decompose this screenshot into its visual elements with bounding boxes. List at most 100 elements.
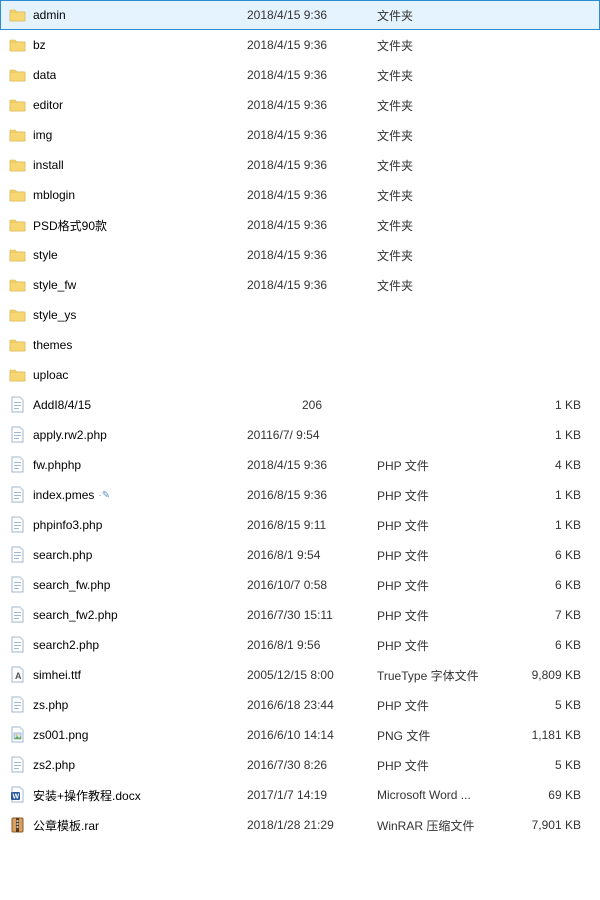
file-row[interactable]: mblogin 2018/4/15 9:36文件夹 <box>0 180 600 210</box>
file-name-label: apply.rw2.php <box>33 428 107 442</box>
file-row[interactable]: zs2.php2016/7/30 8:26PHP 文件5 KB <box>0 750 600 780</box>
file-row[interactable]: search_fw2.php2016/7/30 15:11PHP 文件7 KB <box>0 600 600 630</box>
file-icon <box>9 426 27 444</box>
file-type-cell: PHP 文件 <box>377 607 507 624</box>
file-row[interactable]: search.php2016/8/1 9:54PHP 文件6 KB <box>0 540 600 570</box>
file-size-cell: 5 KB <box>507 698 591 712</box>
file-row[interactable]: 公章模板.rar2018/1/28 21:29WinRAR 压缩文件7,901 … <box>0 810 600 840</box>
file-name-label: themes <box>33 338 72 352</box>
file-row[interactable]: search2.php2016/8/1 9:56PHP 文件6 KB <box>0 630 600 660</box>
file-date-cell: 2016/8/1 9:56 <box>247 638 377 652</box>
file-name-label: phpinfo3.php <box>33 518 102 532</box>
file-name-label: zs2.php <box>33 758 75 772</box>
file-name-label: install <box>33 158 64 172</box>
file-icon <box>9 486 27 504</box>
file-name-cell: search_fw2.php <box>9 606 247 624</box>
file-date-cell: 2016/7/30 15:11 <box>247 608 377 622</box>
folder-icon <box>9 276 27 294</box>
file-size-cell: 1 KB <box>507 428 591 442</box>
file-name-cell: PSD格式90款 <box>9 216 247 234</box>
file-date-cell: 2016/8/15 9:36 <box>247 488 377 502</box>
file-name-label: index.pmes <box>33 488 94 502</box>
file-name-cell: zs.php <box>9 696 247 714</box>
file-name-cell: search_fw.php <box>9 576 247 594</box>
file-icon <box>9 516 27 534</box>
file-icon <box>9 456 27 474</box>
file-row[interactable]: img 2018/4/15 9:36文件夹 <box>0 120 600 150</box>
file-row[interactable]: style_fw2018/4/15 9:36文件夹 <box>0 270 600 300</box>
file-type-cell: 文件夹 <box>377 277 507 294</box>
file-name-cell: fw.phphp <box>9 456 247 474</box>
file-name-cell: admin <box>9 6 247 24</box>
file-row[interactable]: install2018/4/15 9:36文件夹 <box>0 150 600 180</box>
file-row[interactable]: bz2018/4/15 9:36文件夹 <box>0 30 600 60</box>
file-row[interactable]: search_fw.php2016/10/7 0:58PHP 文件6 KB <box>0 570 600 600</box>
file-row[interactable]: data2018/4/15 9:36文件夹 <box>0 60 600 90</box>
file-date-cell: 2016/8/15 9:11 <box>247 518 377 532</box>
file-name-label: AddI8/4/15 <box>33 398 91 412</box>
file-type-cell: PHP 文件 <box>377 457 507 474</box>
file-row[interactable]: phpinfo3.php2016/8/15 9:11PHP 文件1 KB <box>0 510 600 540</box>
file-date-cell: 2018/4/15 9:36 <box>247 278 377 292</box>
file-row[interactable]: 安装+操作教程.docx2017/1/7 14:19Microsoft Word… <box>0 780 600 810</box>
file-name-cell: bz <box>9 36 247 54</box>
file-type-cell: PNG 文件 <box>377 727 507 744</box>
file-name-label: mblogin <box>33 188 75 202</box>
file-row[interactable]: PSD格式90款2018/4/15 9:36文件夹 <box>0 210 600 240</box>
file-type-cell: 文件夹 <box>377 127 507 144</box>
file-date-cell: 206 <box>247 398 377 412</box>
file-size-cell: 1 KB <box>507 488 591 502</box>
file-type-cell: 文件夹 <box>377 67 507 84</box>
file-row[interactable]: zs001.png2016/6/10 14:14PNG 文件1,181 KB <box>0 720 600 750</box>
file-icon <box>9 696 27 714</box>
file-type-cell: PHP 文件 <box>377 577 507 594</box>
file-type-cell: 文件夹 <box>377 187 507 204</box>
file-row[interactable]: style_ys <box>0 300 600 330</box>
file-date-cell: 2018/4/15 9:36 <box>247 188 377 202</box>
file-size-cell: 1,181 KB <box>507 728 591 742</box>
folder-icon <box>9 306 27 324</box>
file-name-cell: zs2.php <box>9 756 247 774</box>
file-row[interactable]: admin2018/4/15 9:36文件夹 <box>0 0 600 30</box>
folder-icon <box>9 186 27 204</box>
file-name-label: uploac <box>33 368 68 382</box>
file-row[interactable]: AddI8/4/152061 KB <box>0 390 600 420</box>
file-date-cell: 2017/1/7 14:19 <box>247 788 377 802</box>
file-row[interactable]: apply.rw2.php20116/7/ 9:541 KB <box>0 420 600 450</box>
file-row[interactable]: editor2018/4/15 9:36文件夹 <box>0 90 600 120</box>
file-row[interactable]: themes <box>0 330 600 360</box>
folder-icon <box>9 126 27 144</box>
file-name-label: style_ys <box>33 308 76 322</box>
file-name-label: bz <box>33 38 46 52</box>
file-name-label: 公章模板.rar <box>33 817 99 834</box>
file-name-label: editor <box>33 98 63 112</box>
file-name-label: PSD格式90款 <box>33 217 107 234</box>
folder-icon <box>9 246 27 264</box>
file-row[interactable]: index.pmes·✎2016/8/15 9:36PHP 文件1 KB <box>0 480 600 510</box>
file-size-cell: 9,809 KB <box>507 668 591 682</box>
file-date-cell: 2005/12/15 8:00 <box>247 668 377 682</box>
file-type-cell: 文件夹 <box>377 7 507 24</box>
file-name-cell: simhei.ttf <box>9 666 247 684</box>
file-row[interactable]: uploac <box>0 360 600 390</box>
file-row[interactable]: fw.phphp2018/4/15 9:36PHP 文件4 KB <box>0 450 600 480</box>
file-date-cell: 2018/4/15 9:36 <box>247 128 377 142</box>
word-file-icon <box>9 786 27 804</box>
file-row[interactable]: style2018/4/15 9:36文件夹 <box>0 240 600 270</box>
file-type-cell: PHP 文件 <box>377 517 507 534</box>
file-date-cell: 2016/8/1 9:54 <box>247 548 377 562</box>
image-file-icon <box>9 726 27 744</box>
file-name-cell: zs001.png <box>9 726 247 744</box>
file-date-cell: 2018/1/28 21:29 <box>247 818 377 832</box>
file-name-cell: style <box>9 246 247 264</box>
file-name-label: img <box>33 128 52 142</box>
file-name-cell: 公章模板.rar <box>9 816 247 834</box>
file-name-cell: AddI8/4/15 <box>9 396 247 414</box>
folder-icon <box>9 66 27 84</box>
file-type-cell: 文件夹 <box>377 37 507 54</box>
file-name-label: style <box>33 248 58 262</box>
file-name-cell: apply.rw2.php <box>9 426 247 444</box>
file-name-cell: phpinfo3.php <box>9 516 247 534</box>
file-row[interactable]: simhei.ttf2005/12/15 8:00TrueType 字体文件9,… <box>0 660 600 690</box>
file-row[interactable]: zs.php2016/6/18 23:44PHP 文件5 KB <box>0 690 600 720</box>
